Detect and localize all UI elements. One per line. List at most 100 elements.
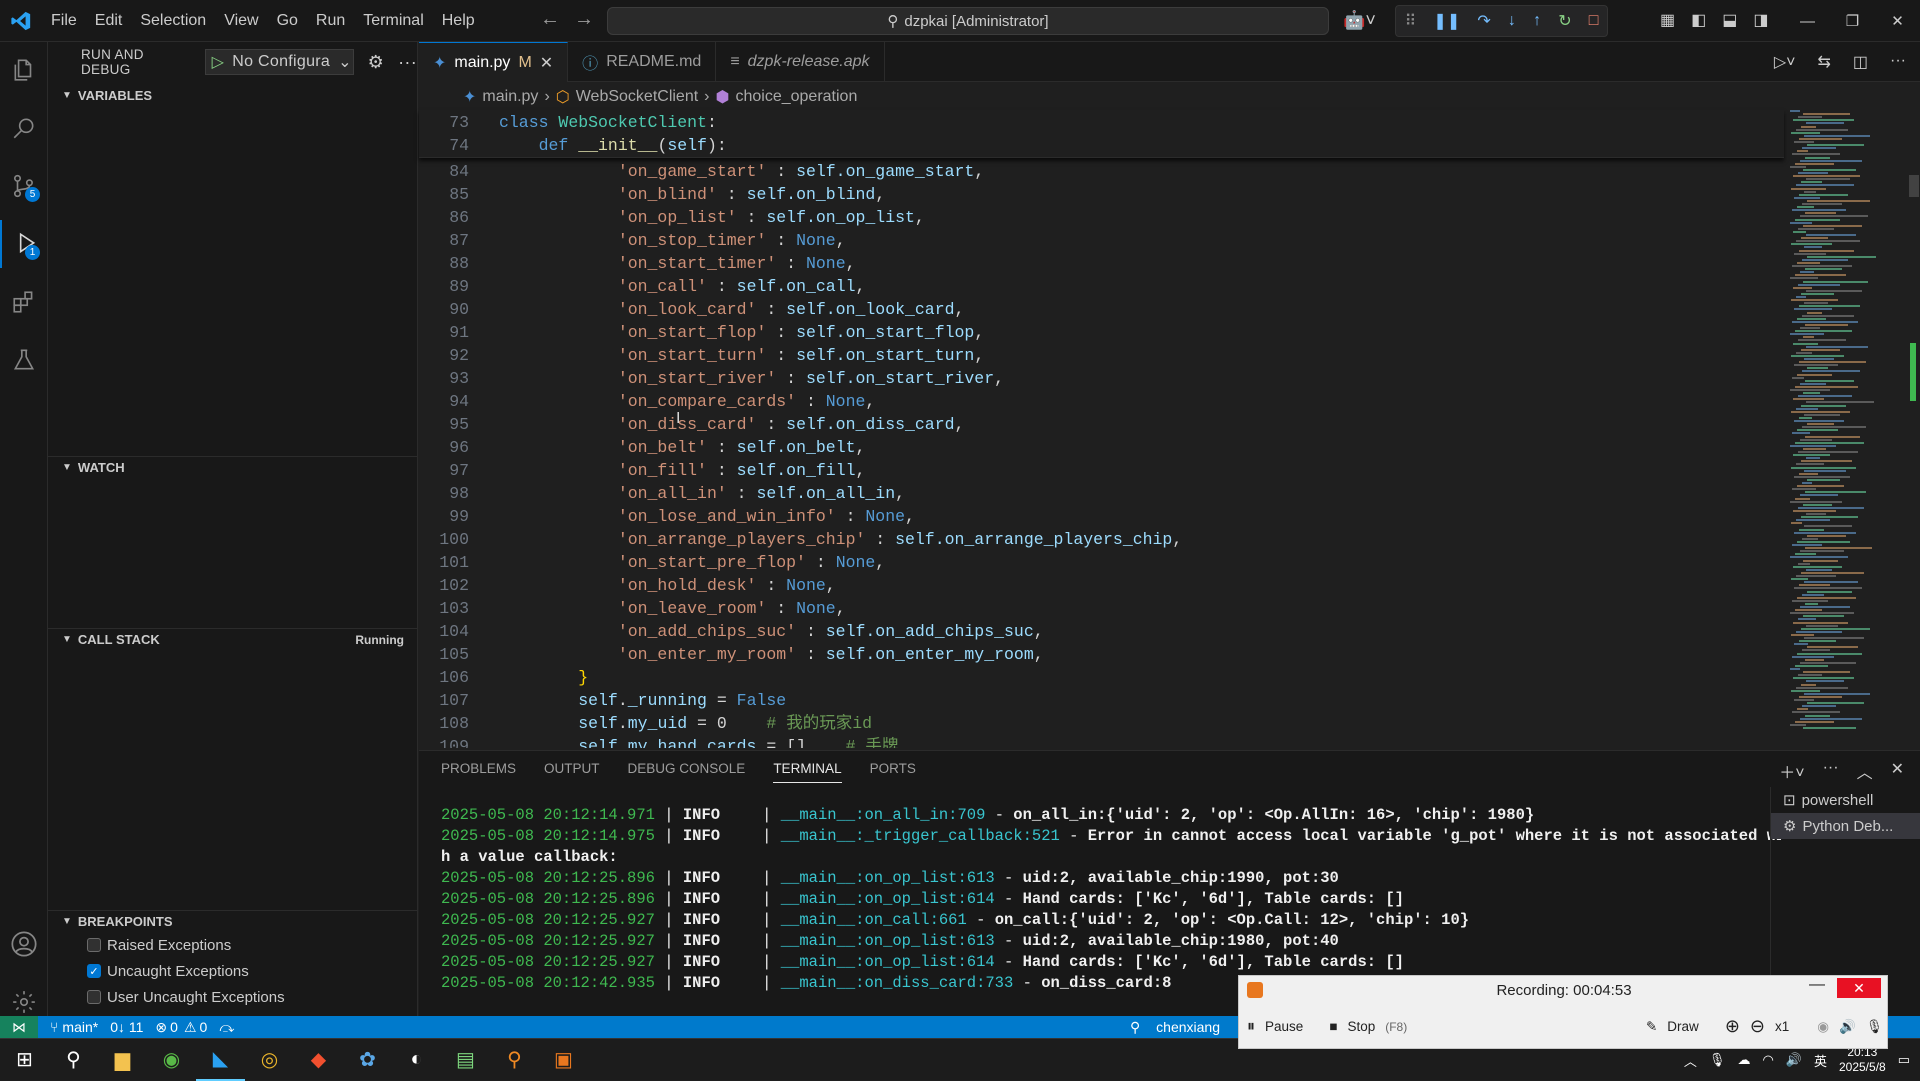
breakpoints-section-header[interactable]: ▼ BREAKPOINTS [48, 910, 418, 932]
close-icon[interactable]: ✕ [540, 53, 553, 73]
more-actions-icon[interactable]: ··· [1890, 52, 1906, 72]
breakpoint-item[interactable]: ✓ Uncaught Exceptions [87, 960, 249, 982]
panel-tab-problems[interactable]: PROBLEMS [441, 761, 516, 783]
toggle-secondary-sidebar-icon[interactable]: ◨ [1753, 10, 1768, 30]
checkbox[interactable] [87, 938, 101, 952]
breadcrumb-method[interactable]: choice_operation [735, 88, 857, 106]
pause-icon[interactable]: ⏸ [1247, 1018, 1255, 1036]
code-editor[interactable]: 83 'on_room_snapshot' : self.on_room_sna… [419, 158, 1784, 748]
breadcrumb-class[interactable]: WebSocketClient [576, 88, 698, 106]
draw-icon[interactable]: ✎ [1646, 1019, 1657, 1035]
microphone-icon[interactable]: 🎙 [1866, 1019, 1883, 1035]
code-line[interactable]: 108 self.my_uid = 0 # 我的玩家id [419, 712, 1784, 735]
webcam-icon[interactable]: ◉ [1817, 1019, 1829, 1035]
menu-item-terminal[interactable]: Terminal [354, 0, 432, 42]
step-over-icon[interactable]: ↷ [1477, 11, 1490, 31]
tab-readme[interactable]: ⓘ README.md [568, 42, 717, 82]
code-line[interactable]: 107 self._running = False [419, 689, 1784, 712]
pause-icon[interactable]: ❚❚ [1433, 11, 1460, 31]
drag-handle-icon[interactable]: ⠿ [1405, 11, 1417, 31]
speaker-icon[interactable]: 🔊 [1839, 1019, 1856, 1035]
terminal-item-python-debug[interactable]: ⚙ Python Deb... [1771, 813, 1920, 839]
code-line[interactable]: 96 'on_belt' : self.on_belt, [419, 436, 1784, 459]
testing-icon[interactable] [0, 336, 48, 384]
code-line[interactable]: 84 'on_game_start' : self.on_game_start, [419, 160, 1784, 183]
code-line[interactable]: 97 'on_fill' : self.on_fill, [419, 459, 1784, 482]
menu-item-help[interactable]: Help [433, 0, 484, 42]
toggle-panel-icon[interactable]: ⬓ [1722, 10, 1737, 30]
stop-icon[interactable]: □ [1589, 12, 1599, 30]
checkbox[interactable]: ✓ [87, 964, 101, 978]
stop-icon[interactable]: ■ [1329, 1019, 1337, 1034]
code-line[interactable]: 86 'on_op_list' : self.on_op_list, [419, 206, 1784, 229]
code-line[interactable]: 106 } [419, 666, 1784, 689]
recorder-taskbar-icon[interactable]: ▣ [539, 1039, 588, 1081]
terminal-item-powershell[interactable]: ⊡ powershell [1771, 787, 1920, 813]
explorer-icon[interactable] [0, 46, 48, 94]
notifications-icon[interactable]: ▭ [1898, 1052, 1910, 1068]
code-line[interactable]: 89 'on_call' : self.on_call, [419, 275, 1784, 298]
back-arrow-icon[interactable]: ← [540, 8, 560, 31]
search-app-icon[interactable]: ⚲ [490, 1039, 539, 1081]
ime-indicator[interactable]: 英 [1814, 1051, 1827, 1070]
code-line[interactable]: 105 'on_enter_my_room' : self.on_enter_m… [419, 643, 1784, 666]
step-out-icon[interactable]: ↑ [1533, 12, 1541, 30]
git-icon[interactable]: ◆ [294, 1039, 343, 1081]
network-app-icon[interactable]: ☁ [1737, 1052, 1750, 1068]
breadcrumb-file[interactable]: main.py [482, 88, 538, 106]
code-line[interactable]: 94 'on_compare_cards' : None, [419, 390, 1784, 413]
zoom-out-icon[interactable]: ⊖ [1750, 1016, 1765, 1037]
close-icon[interactable]: ✕ [1891, 759, 1904, 783]
close-icon[interactable]: ✕ [1837, 978, 1881, 998]
code-line[interactable]: 74 def __init__(self): [419, 134, 1784, 157]
debug-status-icon[interactable]: ⤼ [219, 1019, 234, 1036]
vscode-taskbar-icon[interactable]: ◣ [196, 1039, 245, 1081]
editor-scrollbar[interactable] [1906, 110, 1920, 750]
more-actions-icon[interactable]: ··· [1823, 759, 1839, 783]
panel-tab-output[interactable]: OUTPUT [544, 761, 600, 783]
watch-section-header[interactable]: ▼ WATCH [48, 456, 418, 478]
search-icon[interactable] [0, 104, 48, 152]
source-control-icon[interactable]: 5 [0, 162, 48, 210]
more-actions-icon[interactable]: ··· [398, 52, 417, 73]
menu-item-view[interactable]: View [215, 0, 267, 42]
stop-button[interactable]: Stop [1347, 1019, 1375, 1034]
chevron-up-icon[interactable]: ︿ [1684, 1051, 1697, 1070]
maximize-panel-icon[interactable]: ︿ [1857, 759, 1873, 783]
volume-icon[interactable]: 🔊 [1786, 1052, 1802, 1068]
variables-section-header[interactable]: ▼ VARIABLES [48, 84, 418, 106]
restore-icon[interactable]: ❐ [1830, 12, 1875, 30]
breakpoint-item[interactable]: Raised Exceptions [87, 934, 231, 956]
menu-item-go[interactable]: Go [268, 0, 307, 42]
extensions-icon[interactable] [0, 278, 48, 326]
panel-tab-terminal[interactable]: TERMINAL [773, 761, 842, 783]
notepad-icon[interactable]: ▤ [441, 1039, 490, 1081]
launch-config-select[interactable]: ▷ No Configura ⌄ [204, 49, 354, 75]
breakpoint-item[interactable]: User Uncaught Exceptions [87, 986, 285, 1008]
user-indicator[interactable]: ⚲ chenxiang [1130, 1019, 1220, 1036]
code-line[interactable]: 99 'on_lose_and_win_info' : None, [419, 505, 1784, 528]
run-debug-icon[interactable]: 1 [0, 220, 48, 268]
code-line[interactable]: 109 self.my_hand_cards = [] # 手牌 [419, 735, 1784, 748]
code-line[interactable]: 87 'on_stop_timer' : None, [419, 229, 1784, 252]
code-line[interactable]: 104 'on_add_chips_suc' : self.on_add_chi… [419, 620, 1784, 643]
minimize-icon[interactable]: — [1809, 976, 1825, 994]
draw-button[interactable]: Draw [1667, 1019, 1699, 1034]
code-line[interactable]: 92 'on_start_turn' : self.on_start_turn, [419, 344, 1784, 367]
code-line[interactable]: 100 'on_arrange_players_chip' : self.on_… [419, 528, 1784, 551]
code-line[interactable]: 102 'on_hold_desk' : None, [419, 574, 1784, 597]
start-debug-icon[interactable]: ▷ [212, 52, 225, 72]
close-icon[interactable]: ✕ [1875, 12, 1920, 30]
app-tool-icon[interactable]: ✿ [343, 1039, 392, 1081]
step-into-icon[interactable]: ↓ [1508, 12, 1516, 30]
pause-button[interactable]: Pause [1265, 1019, 1303, 1034]
app-circle-icon[interactable]: ◐ [392, 1039, 441, 1081]
file-explorer-icon[interactable]: ▆ [98, 1039, 147, 1081]
code-line[interactable]: 73 class WebSocketClient: [419, 111, 1784, 134]
code-line[interactable]: 103 'on_leave_room' : None, [419, 597, 1784, 620]
code-line[interactable]: 85 'on_blind' : self.on_blind, [419, 183, 1784, 206]
gear-icon[interactable]: ⚙ [368, 52, 384, 73]
code-line[interactable]: 101 'on_start_pre_flop' : None, [419, 551, 1784, 574]
menu-item-run[interactable]: Run [307, 0, 354, 42]
split-editor-icon[interactable]: ◫ [1853, 52, 1868, 72]
